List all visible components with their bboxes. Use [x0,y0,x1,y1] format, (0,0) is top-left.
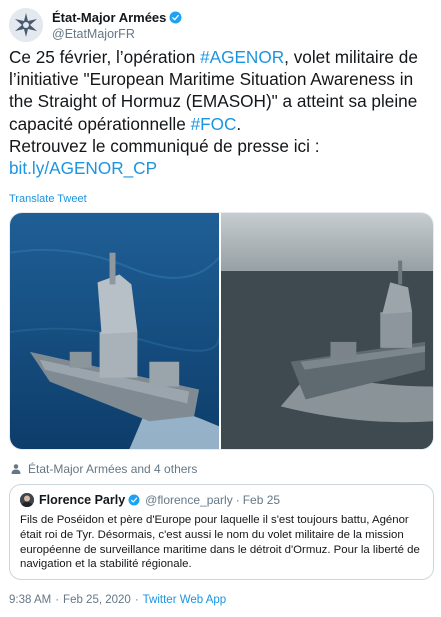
quote-author-avatar [20,493,34,507]
author-names: État-Major Armées @EtatMajorFR [52,10,182,41]
tweet-media [9,212,434,450]
quote-text: Fils de Poséidon et père d'Europe pour l… [20,514,420,571]
quote-date: Feb 25 [242,493,281,507]
author-handle[interactable]: @EtatMajorFR [52,27,182,41]
frigate-photo[interactable] [221,213,433,449]
tweet-header: État-Major Armées @EtatMajorFR [9,6,433,44]
tweet-time[interactable]: 9:38 AM [9,594,51,606]
tagged-users-text: État-Major Armées and 4 others [28,462,198,476]
quoted-tweet-header: Florence Parly @florence_parly · Feb 25 [20,492,423,508]
verified-badge-icon [169,11,182,23]
separator-dot: · [134,594,139,606]
quote-author-handle: @florence_parly [145,493,233,507]
display-name-row: État-Major Armées [52,10,182,25]
author-display-name[interactable]: État-Major Armées [52,10,166,25]
person-icon [11,464,21,474]
tweet-text-part: . [236,113,242,134]
separator-dot: · [55,594,60,606]
frigate-photo[interactable] [10,213,219,449]
tweet-meta: 9:38 AM · Feb 25, 2020 · Twitter Web App [9,594,226,606]
tweet-date[interactable]: Feb 25, 2020 [63,594,131,606]
tweet-text-part: Ce 25 février, l’opération [9,47,201,67]
tweet-source-link[interactable]: Twitter Web App [143,594,227,606]
quoted-tweet[interactable]: Florence Parly @florence_parly · Feb 25 … [9,484,434,580]
press-release-link[interactable]: bit.ly/AGENOR_CP [9,158,157,178]
separator-dot: · [235,493,240,507]
emblem-avatar-icon[interactable] [9,8,43,42]
tweet-text-part: Retrouvez le communiqué de presse ici : [9,135,320,156]
verified-badge-icon [128,494,140,506]
tweet-text: Ce 25 février, l’opération #AGENOR, vole… [9,46,435,179]
tagged-users[interactable]: État-Major Armées and 4 others [10,462,197,476]
translate-tweet-link[interactable]: Translate Tweet [9,193,87,205]
hashtag-agenor[interactable]: #AGENOR [200,47,284,67]
hashtag-foc[interactable]: #FOC [191,114,237,134]
quote-author-name: Florence Parly [39,493,126,507]
